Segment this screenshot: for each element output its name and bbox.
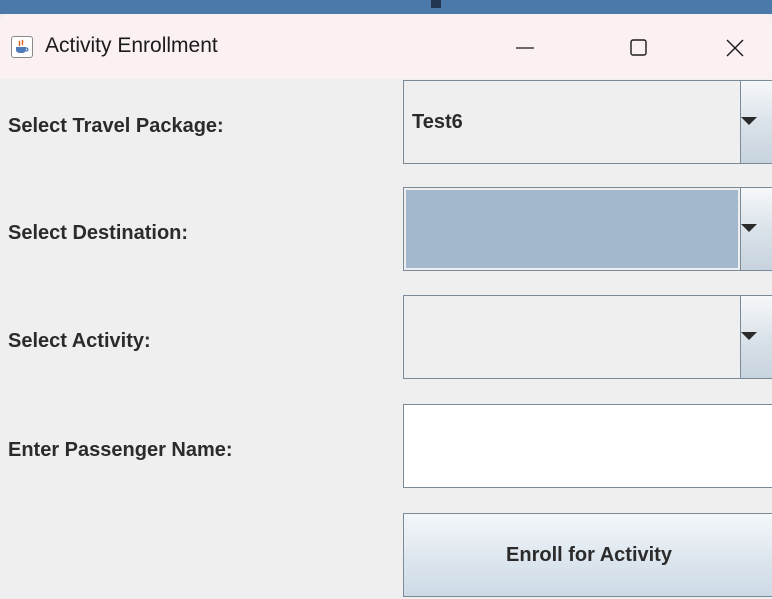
- destination-dropdown[interactable]: [403, 187, 772, 271]
- enroll-button-label: Enroll for Activity: [506, 544, 672, 566]
- desktop-background-strip: [0, 0, 772, 14]
- destination-focus-highlight: [406, 190, 738, 268]
- travel-package-label: Select Travel Package:: [8, 115, 224, 137]
- window-title: Activity Enrollment: [45, 34, 218, 57]
- activity-label: Select Activity:: [8, 330, 151, 352]
- close-button[interactable]: [706, 22, 764, 72]
- enroll-button[interactable]: Enroll for Activity: [403, 513, 772, 597]
- travel-package-selected-value: Test6: [412, 111, 463, 133]
- passenger-name-input[interactable]: [403, 404, 772, 488]
- title-bar[interactable]: Activity Enrollment: [0, 14, 772, 79]
- passenger-name-label: Enter Passenger Name:: [8, 439, 233, 461]
- destination-label: Select Destination:: [8, 222, 189, 244]
- java-cup-icon: [11, 36, 33, 58]
- minimize-button[interactable]: [496, 22, 554, 72]
- destination-dropdown-button[interactable]: [740, 188, 772, 270]
- activity-enrollment-window: Activity Enrollment Select Travel Packag…: [0, 0, 772, 599]
- travel-package-dropdown-button[interactable]: [740, 81, 772, 163]
- travel-package-dropdown[interactable]: Test6: [403, 80, 772, 164]
- chevron-down-icon: [741, 224, 757, 232]
- activity-dropdown-button[interactable]: [740, 296, 772, 378]
- chevron-down-icon: [741, 332, 757, 340]
- chevron-down-icon: [741, 117, 757, 125]
- activity-dropdown[interactable]: [403, 295, 772, 379]
- maximize-button[interactable]: [610, 22, 668, 72]
- desktop-fragment: [431, 0, 441, 8]
